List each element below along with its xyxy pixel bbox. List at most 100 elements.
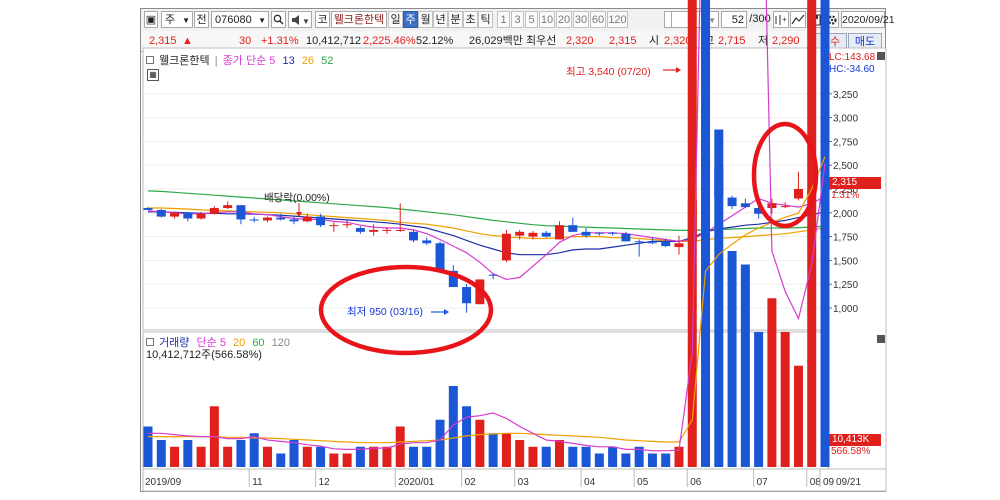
volume-bar — [541, 446, 551, 467]
x-tick-label: 02 — [465, 477, 477, 488]
candle-body — [727, 197, 737, 207]
y-tick-label: 1,500 — [833, 256, 858, 267]
volume-bar — [528, 446, 538, 467]
candle-body — [661, 241, 671, 247]
volume-bar — [740, 264, 750, 467]
candle-body — [528, 232, 538, 237]
candle-body — [249, 219, 259, 221]
ma26-legend: 26 — [301, 55, 315, 67]
volume-bar — [568, 446, 578, 467]
x-tick-label: 05 — [637, 477, 649, 488]
volume-bar — [714, 129, 724, 467]
dividend-note: 배당락(0.00%) — [264, 192, 330, 204]
candle-body — [329, 225, 339, 227]
y-tick-label: 1,000 — [833, 304, 858, 315]
volume-bar — [515, 440, 525, 467]
volume-bar — [727, 251, 737, 467]
volume-note: 10,412,712주(566.58%) — [146, 349, 262, 361]
candle-body — [555, 225, 565, 240]
candle-body — [647, 242, 657, 244]
candle-body — [515, 231, 525, 236]
y-tick-label: 3,000 — [833, 114, 858, 125]
volume-bar — [156, 440, 166, 467]
current-price-tag: 2,315 — [829, 177, 881, 189]
current-volume-tag: 10,413K — [829, 434, 881, 446]
candle-body — [342, 224, 352, 226]
candle-body — [462, 287, 472, 304]
volume-bar — [435, 419, 445, 467]
volume-bar — [754, 332, 764, 467]
lc-value: LC:143.68 — [829, 52, 876, 63]
candle-body — [289, 219, 299, 222]
x-tick-label: 09 — [823, 477, 835, 488]
y-tick-label: 2,750 — [833, 137, 858, 148]
candle-body — [541, 232, 551, 237]
panel-toggle-icon[interactable] — [146, 338, 154, 346]
candle-body — [143, 208, 153, 210]
volume-bar — [236, 440, 246, 467]
vol-ma120-legend: 120 — [271, 337, 290, 349]
volume-bar — [501, 433, 511, 467]
candle-body — [435, 243, 445, 271]
candle-body — [156, 209, 166, 217]
y-tick-label: 3,250 — [833, 90, 858, 101]
x-tick-label: 03 — [518, 477, 530, 488]
volume-bar — [276, 453, 286, 467]
candle-body — [223, 205, 233, 209]
candle-body — [196, 213, 206, 219]
price-panel-title: 웰크론한텍 — [159, 55, 210, 67]
candle-body — [793, 189, 803, 199]
volume-bar — [555, 440, 565, 467]
volume-bar — [448, 386, 458, 467]
candle-body — [767, 203, 777, 209]
volume-bar — [342, 453, 352, 467]
volume-bar — [647, 453, 657, 467]
candle-body — [568, 225, 578, 232]
candle-body — [501, 233, 511, 261]
candle-body — [780, 206, 790, 208]
candle-body — [621, 233, 631, 242]
ma5-legend: 5 — [269, 55, 276, 67]
high-note: 최고 3,540 (07/20) — [566, 66, 651, 78]
volume-bar — [369, 446, 379, 467]
volume-bar — [302, 446, 312, 467]
candle-body — [422, 240, 432, 244]
volume-bar — [143, 426, 153, 467]
candle-body — [740, 203, 750, 208]
x-tick-label: 07 — [757, 477, 769, 488]
candle-body — [170, 212, 180, 217]
volume-bar — [488, 433, 498, 467]
candle-body — [209, 208, 219, 214]
candle-body — [408, 231, 418, 241]
panel-scroll-up-icon — [877, 52, 885, 60]
volume-bar — [382, 446, 392, 467]
candle-body — [236, 205, 246, 220]
grid-table-icon[interactable]: ▦ — [147, 69, 159, 81]
volume-bar — [422, 446, 432, 467]
volume-bar — [316, 446, 326, 467]
volume-bar — [621, 453, 631, 467]
candle-body — [276, 217, 286, 220]
x-tick-label: 09/21 — [836, 477, 861, 488]
volume-bar — [183, 440, 193, 467]
candle-body — [395, 229, 405, 231]
candle-body — [316, 216, 326, 226]
current-volume-pct: 566.58% — [831, 446, 871, 457]
x-tick-label: 06 — [690, 477, 702, 488]
price-panel-header: 웰크론한텍 | 종가 단순 5 13 26 52 — [146, 52, 333, 68]
candle-body — [382, 229, 392, 231]
volume-bar — [581, 446, 591, 467]
volume-bar — [661, 453, 671, 467]
panel-toggle-icon[interactable] — [146, 56, 154, 64]
volume-bar — [608, 446, 618, 467]
volume-bar — [329, 453, 339, 467]
candle-body — [183, 212, 193, 219]
volume-bar — [701, 0, 711, 467]
x-tick-label: 12 — [319, 477, 331, 488]
candle-body — [674, 243, 684, 248]
x-tick-label: 11 — [252, 477, 263, 488]
candle-body — [608, 232, 618, 234]
y-tick-label: 1,250 — [833, 280, 858, 291]
y-tick-label: 2,000 — [833, 209, 858, 220]
ma13-legend: 13 — [282, 55, 295, 67]
